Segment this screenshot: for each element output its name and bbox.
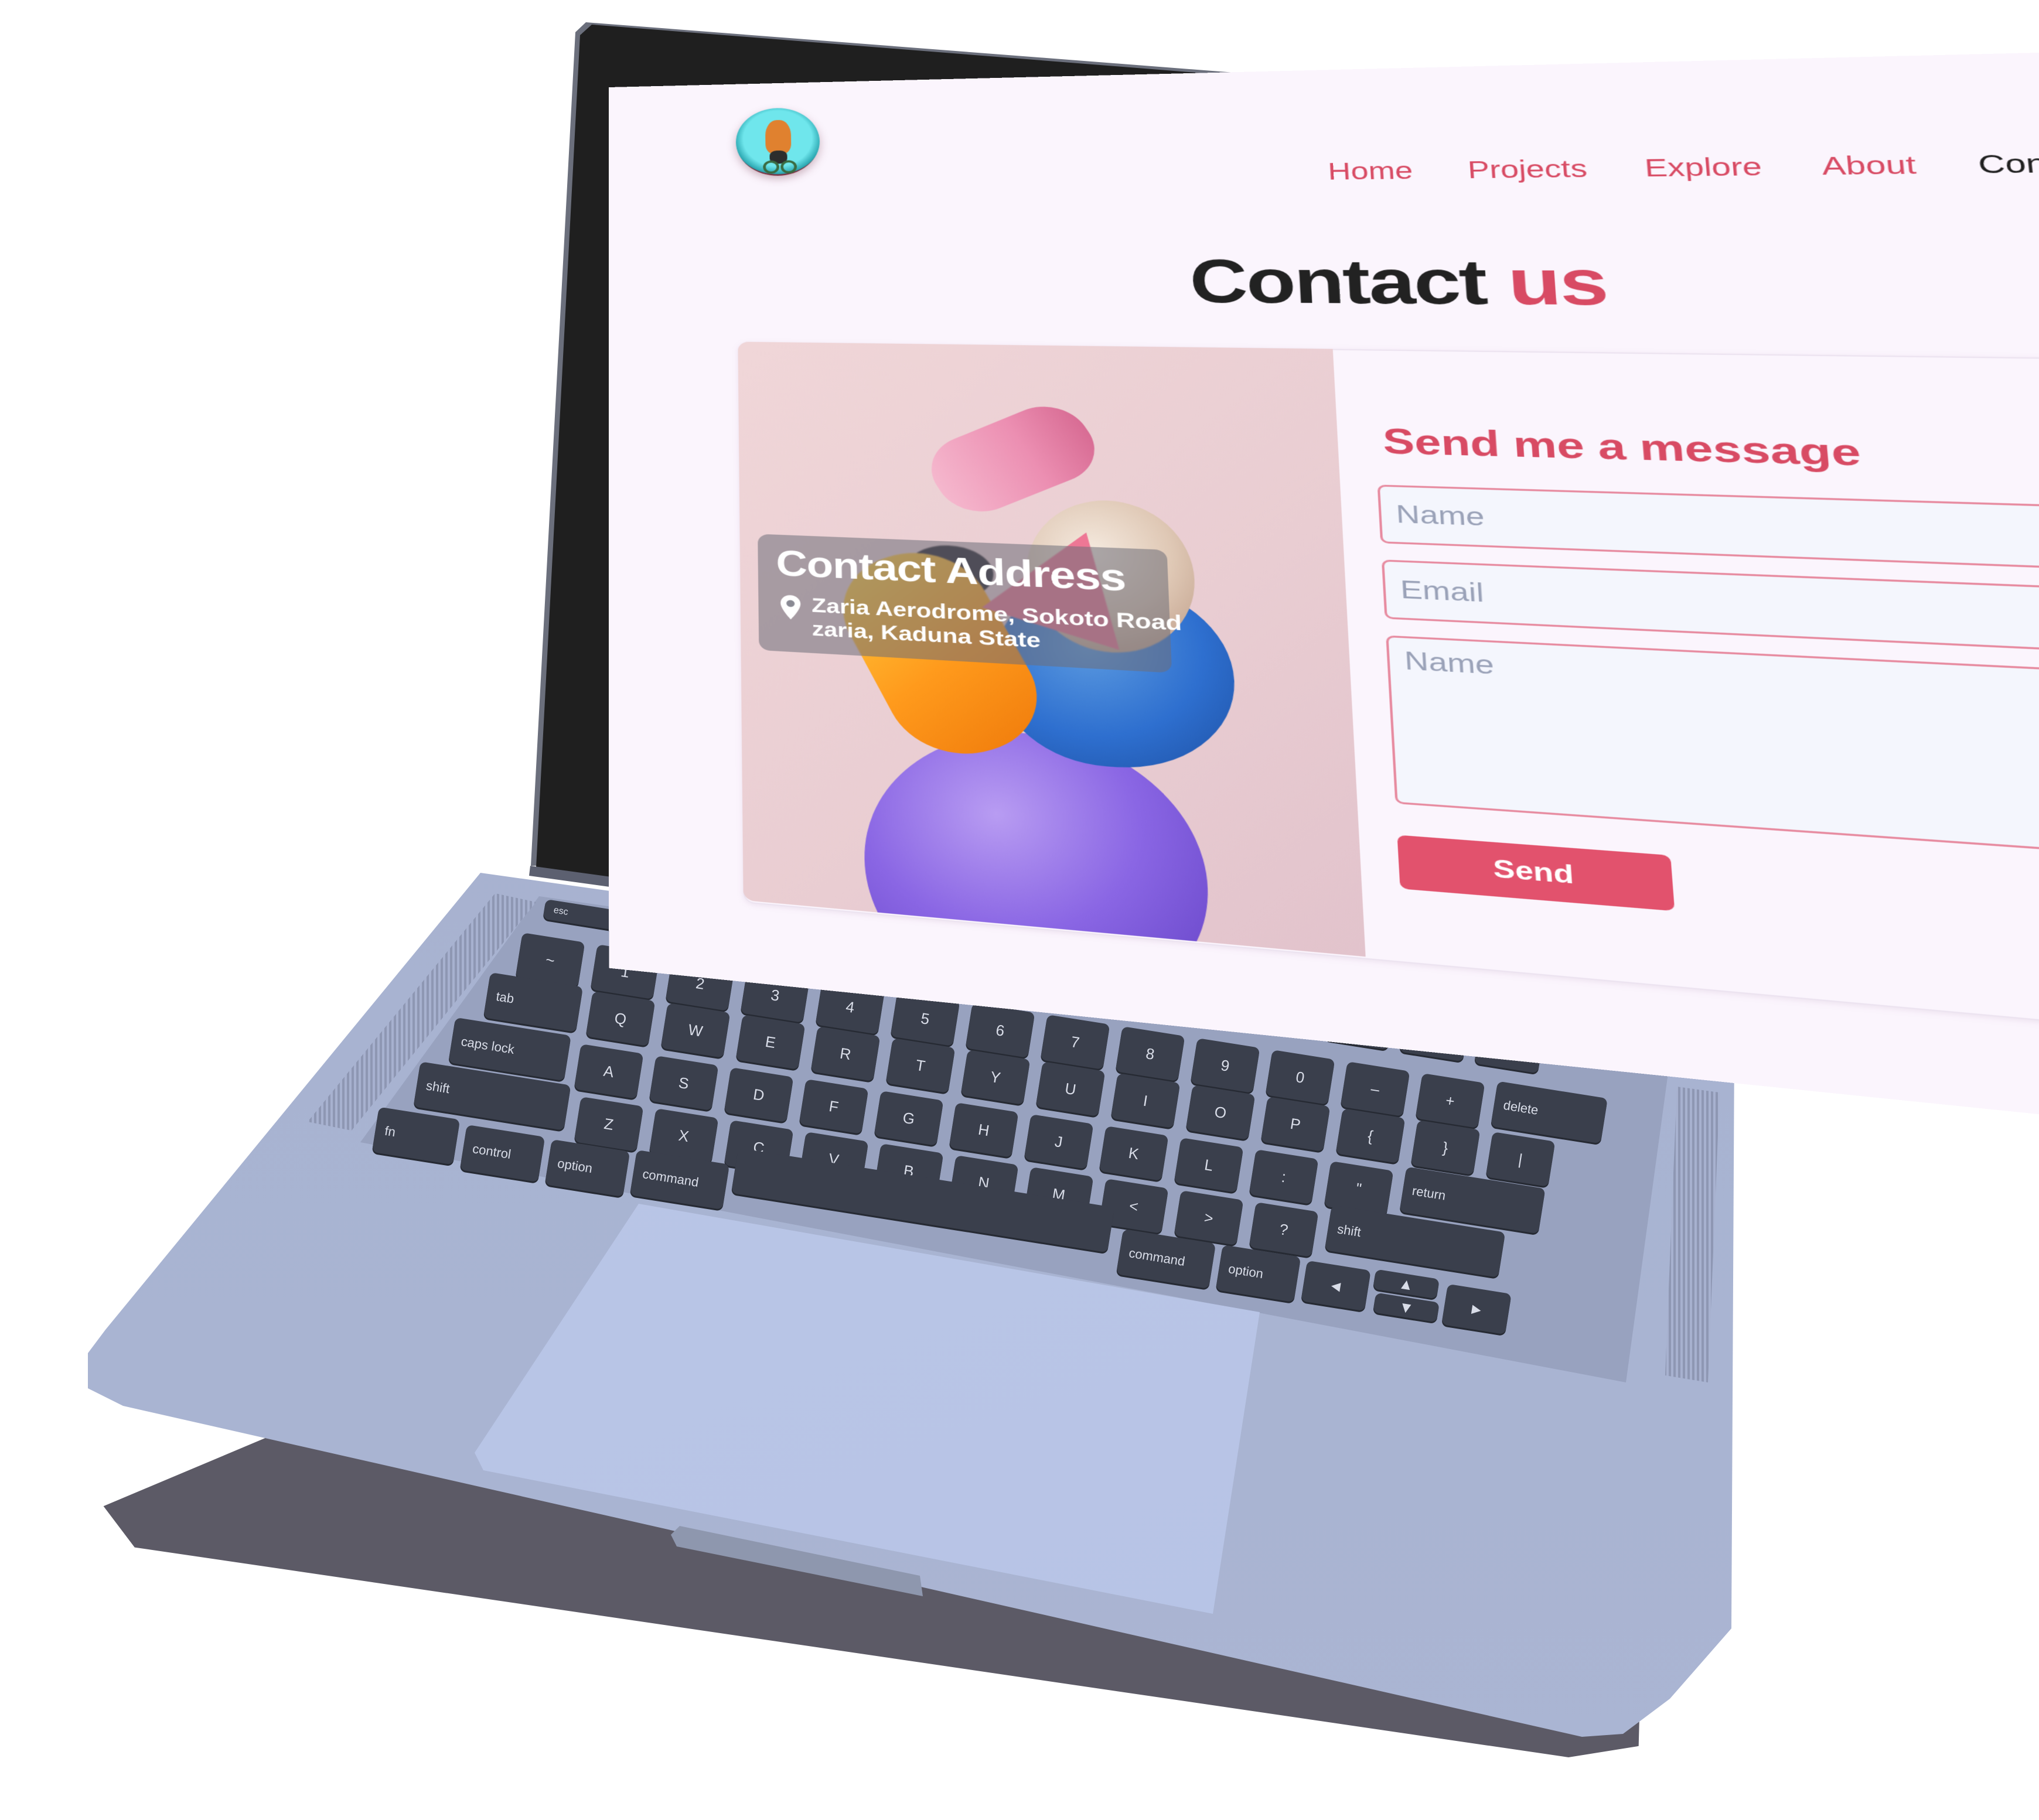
key-a-row-4[interactable]: G [874,1091,944,1146]
key-z-row-0[interactable]: Z [574,1097,644,1152]
key-q-row-6[interactable]: U [1035,1061,1106,1116]
key-a-row-5[interactable]: H [949,1102,1019,1157]
nav-home[interactable]: Home [1327,158,1413,186]
key-a-row-8[interactable]: L [1174,1138,1244,1193]
key-arrow-right[interactable]: ► [1441,1283,1512,1335]
key-number-12[interactable]: + [1415,1073,1485,1128]
site-logo[interactable] [735,107,820,176]
laptop-scene: esc ~1 2 3 4 5 6 7 8 9 0– + delete tab Q W E R T Y U I O P{} | ca… [0,0,2039,1820]
page-title: Contact us [609,245,2039,326]
key-z-row-8[interactable]: > [1174,1190,1244,1245]
page-title-accent: us [1505,247,1610,319]
key-number-6[interactable]: 6 [965,1003,1035,1058]
key-q-row-11[interactable]: } [1410,1120,1481,1175]
logo-figure [765,119,792,154]
nav-explore[interactable]: Explore [1644,153,1763,183]
key-q-row-1[interactable]: W [660,1003,731,1058]
key-arrow-left[interactable]: ◄ [1301,1260,1371,1312]
key-q-row-8[interactable]: O [1185,1085,1256,1140]
key-q-row-9[interactable]: P [1260,1097,1331,1152]
key-a-row-0[interactable]: A [574,1044,644,1099]
nav-about[interactable]: About [1820,152,1917,181]
key-a-row-1[interactable]: S [649,1056,719,1111]
key-z-row-9[interactable]: ? [1249,1202,1319,1257]
key-q-row-10[interactable]: { [1335,1108,1406,1163]
key-number-10[interactable]: 0 [1265,1050,1335,1105]
nav-projects[interactable]: Projects [1467,156,1588,185]
key-q-row-0[interactable]: Q [585,991,656,1046]
key-a-row-9[interactable]: : [1249,1149,1319,1204]
logo-wheel [763,160,780,174]
key-q-row-2[interactable]: E [735,1015,806,1070]
key-number-11[interactable]: – [1340,1061,1410,1116]
key-a-row-3[interactable]: F [799,1079,869,1134]
key-a-row-6[interactable]: J [1024,1114,1094,1169]
page-title-main: Contact [1188,247,1488,319]
key-number-7[interactable]: 7 [1040,1015,1110,1070]
main-nav: Home Projects Explore About Contacts [1327,149,2039,186]
key-q-row-4[interactable]: T [885,1038,956,1093]
key-number-8[interactable]: 8 [1115,1026,1185,1081]
key-a-row-2[interactable]: D [724,1067,794,1122]
nav-contacts[interactable]: Contacts [1977,149,2039,179]
key-control[interactable]: control [459,1124,545,1183]
key-q-row-12[interactable]: | [1485,1132,1556,1187]
logo-wheel [780,160,797,174]
key-q-row-7[interactable]: I [1110,1073,1181,1128]
key-q-row-5[interactable]: Y [960,1050,1031,1105]
key-a-row-7[interactable]: K [1099,1126,1169,1181]
key-fn[interactable]: fn [371,1107,461,1165]
key-q-row-3[interactable]: R [810,1026,881,1081]
location-pin-icon [780,595,801,620]
key-command[interactable]: command [629,1149,730,1210]
key-number-9[interactable]: 9 [1190,1038,1260,1093]
